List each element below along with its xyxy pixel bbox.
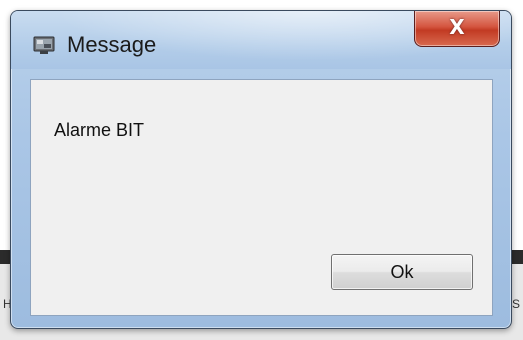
close-button[interactable]: X bbox=[414, 11, 500, 47]
message-dialog: Message X Alarme BIT Ok bbox=[10, 10, 512, 329]
screen: H S Message X Alarme BIT Ok bbox=[0, 0, 523, 340]
window-title: Message bbox=[67, 32, 157, 57]
ok-button[interactable]: Ok bbox=[331, 254, 473, 290]
close-icon: X bbox=[449, 15, 465, 39]
dialog-body: Alarme BIT Ok bbox=[30, 79, 493, 316]
message-text: Alarme BIT bbox=[54, 120, 145, 140]
title-bar[interactable]: Message X bbox=[11, 11, 511, 69]
app-icon bbox=[33, 35, 55, 55]
background-app-text-fragment: S bbox=[511, 297, 520, 311]
